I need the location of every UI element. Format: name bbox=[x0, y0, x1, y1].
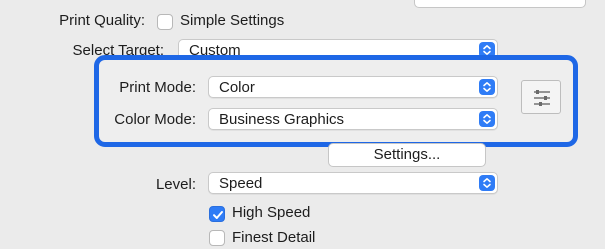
high-speed-label: High Speed bbox=[232, 204, 311, 221]
high-speed-checkbox[interactable] bbox=[209, 206, 225, 222]
print-quality-label: Print Quality: bbox=[59, 12, 145, 29]
up-down-chevron-icon bbox=[479, 111, 495, 127]
simple-settings-checkbox[interactable] bbox=[157, 14, 173, 30]
up-down-chevron-icon bbox=[479, 79, 495, 95]
highlighted-mode-group bbox=[94, 55, 578, 147]
finest-detail-label: Finest Detail bbox=[232, 229, 316, 246]
simple-settings-label: Simple Settings bbox=[180, 12, 285, 29]
sliders-icon bbox=[534, 90, 550, 106]
level-value: Speed bbox=[219, 175, 263, 192]
print-mode-label: Print Mode: bbox=[119, 79, 196, 96]
settings-button[interactable]: Settings... bbox=[328, 143, 486, 167]
color-mode-label: Color Mode: bbox=[114, 111, 196, 128]
print-mode-popup[interactable]: Color bbox=[208, 76, 498, 98]
level-label: Level: bbox=[155, 176, 196, 193]
level-popup[interactable]: Speed bbox=[208, 172, 498, 194]
print-mode-value: Color bbox=[219, 79, 255, 96]
advanced-settings-button[interactable] bbox=[521, 80, 561, 114]
print-dialog-panel: Print Quality: Simple Settings Select Ta… bbox=[0, 0, 605, 249]
color-mode-popup[interactable]: Business Graphics bbox=[208, 108, 498, 130]
checkmark-icon bbox=[213, 211, 223, 219]
top-partial-button[interactable] bbox=[414, 0, 586, 8]
up-down-chevron-icon bbox=[479, 175, 495, 191]
finest-detail-checkbox[interactable] bbox=[209, 230, 225, 246]
color-mode-value: Business Graphics bbox=[219, 111, 345, 128]
